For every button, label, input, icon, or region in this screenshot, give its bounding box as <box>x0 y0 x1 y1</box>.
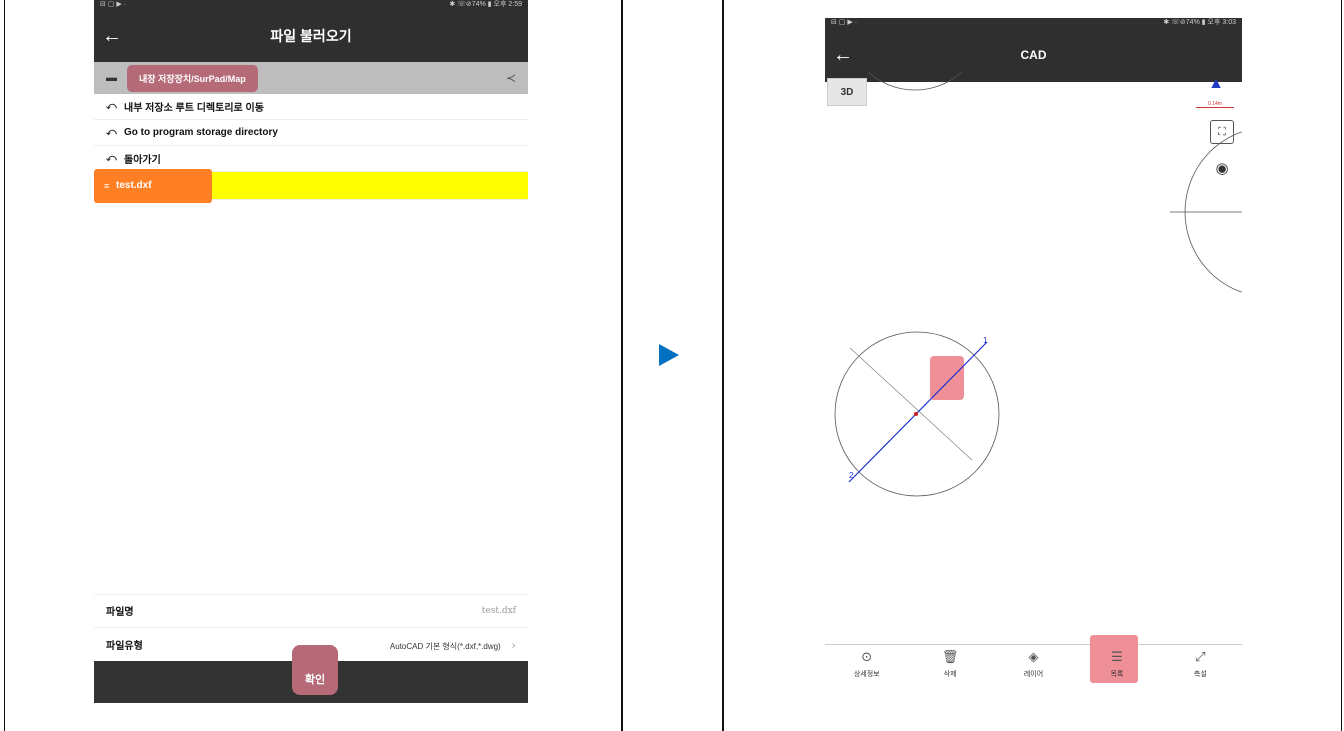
confirm-button[interactable]: 확인 <box>292 645 338 695</box>
chevron-right-icon: › <box>511 637 516 652</box>
3d-toggle-button[interactable]: 3D <box>827 78 867 106</box>
go-up-icon: ⤺ <box>106 101 117 112</box>
cad-canvas[interactable]: 1 2 <box>825 72 1242 644</box>
more-info-icon: ⊙ <box>861 649 873 664</box>
go-back-icon: ⤺ <box>106 153 117 164</box>
filetype-value: AutoCAD 기본 형식(*.dxf,*.dwg) <box>389 641 501 651</box>
status-text: ✱ ☏⊘74% ▮ 오후 3:03 <box>1163 19 1236 26</box>
status-icons: ⊟ ▢ ▶ · <box>831 19 858 26</box>
nav-label: 삭제 <box>943 671 957 678</box>
nav-label: 상세정보 <box>853 671 880 678</box>
column-divider <box>621 0 623 731</box>
scale-bar: 0.14m <box>1196 101 1234 108</box>
trash-icon: 🗑 <box>941 649 959 664</box>
nav-delete[interactable]: 🗑 삭제 <box>908 645 991 683</box>
filetype-label: 파일유형 <box>106 641 143 652</box>
file-open-screen: ⊟ ▢ ▶ · ✱ ☏⊘74% ▮ 오후 2:59 ← 파일 불러오기 ▬ 내장… <box>94 0 528 703</box>
nav-layer[interactable]: ◈ 레이어 <box>992 645 1075 683</box>
filename-value: test.dxf <box>481 605 516 616</box>
zoom-extent-icon[interactable]: ⛶ <box>1210 120 1234 144</box>
nav-detail-info[interactable]: ⊙ 상세정보 <box>825 645 908 683</box>
layers-icon: ◈ <box>1028 649 1039 664</box>
selection-highlight <box>930 356 964 400</box>
center-point <box>914 412 918 416</box>
path-bar: ▬ 내장 저장장치/SurPad/Map ≺ <box>94 62 528 94</box>
nav-list[interactable]: ☰ 목록 <box>1075 635 1158 683</box>
file-icon: ≡ <box>104 180 110 191</box>
status-text: ✱ ☏⊘74% ▮ 오후 2:59 <box>449 1 522 8</box>
back-arrow-icon[interactable]: ← <box>102 25 122 48</box>
point-label-2: 2 <box>849 471 854 480</box>
list-item-root-dir[interactable]: ⤺ 내부 저장소 루트 디렉토리로 이동 <box>94 94 528 120</box>
filename-label: 파일명 <box>106 607 134 618</box>
current-path[interactable]: 내장 저장장치/SurPad/Map <box>127 64 258 92</box>
bottom-toolbar: ⊙ 상세정보 🗑 삭제 ◈ 레이어 ☰ 목록 ⤢ 측설 <box>825 635 1242 683</box>
status-icons: ⊟ ▢ ▶ · <box>100 1 127 8</box>
nav-label: 측설 <box>1193 671 1207 678</box>
page-title: 파일 불러오기 <box>270 28 352 44</box>
filename-field[interactable]: 파일명 test.dxf <box>94 594 528 626</box>
go-up-icon: ⤺ <box>106 127 117 138</box>
north-arrow-icon: ▲ <box>1208 75 1224 92</box>
nav-label: 레이어 <box>1023 671 1044 678</box>
back-arrow-icon[interactable]: ← <box>833 44 853 67</box>
list-item-test-dxf[interactable]: ≡ test.dxf <box>94 168 528 203</box>
stakeout-icon: ⤢ <box>1195 649 1206 664</box>
nav-stakeout[interactable]: ⤢ 측설 <box>1159 645 1242 683</box>
list-item-program-dir[interactable]: ⤺ Go to program storage directory <box>94 120 528 146</box>
nav-label: 목록 <box>1110 671 1124 678</box>
status-bar: ⊟ ▢ ▶ · ✱ ☏⊘74% ▮ 오후 3:03 <box>825 18 1242 28</box>
locate-position-icon[interactable]: ◉ <box>1210 156 1234 180</box>
list-item-label: Go to program storage directory <box>124 127 278 138</box>
folder-icon: ▬ <box>106 72 117 84</box>
selected-file-highlight[interactable]: ≡ test.dxf <box>94 168 212 203</box>
next-step-arrow-icon <box>659 344 679 366</box>
confirm-bar: 확인 <box>94 645 528 703</box>
app-bar: ← 파일 불러오기 <box>94 10 528 62</box>
list-item-label: 내부 저장소 루트 디렉토리로 이동 <box>124 103 264 114</box>
status-bar: ⊟ ▢ ▶ · ✱ ☏⊘74% ▮ 오후 2:59 <box>94 0 528 10</box>
line-entity[interactable] <box>848 341 988 483</box>
list-icon: ☰ <box>1111 649 1123 664</box>
share-icon[interactable]: ≺ <box>506 71 516 85</box>
point-label-1: 1 <box>983 336 988 345</box>
list-item-label: 돌아가기 <box>124 155 161 166</box>
file-name-label: test.dxf <box>116 180 152 191</box>
cad-screen: ⊟ ▢ ▶ · ✱ ☏⊘74% ▮ 오후 3:03 ← CAD 1 2 3D ▲… <box>825 18 1242 683</box>
page-title: CAD <box>1020 48 1047 62</box>
column-divider <box>722 0 724 731</box>
